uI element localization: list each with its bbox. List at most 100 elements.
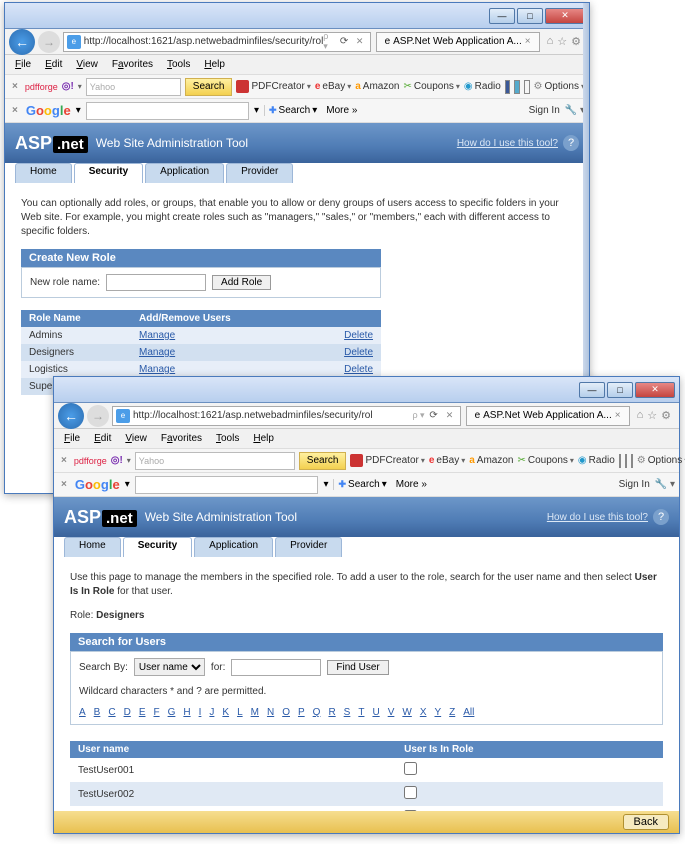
radio-link[interactable]: ◉Radio (464, 81, 501, 92)
tab-home[interactable]: Home (64, 537, 121, 557)
nav-forward-button[interactable]: → (38, 31, 60, 53)
reload-icon[interactable]: ⟳ (335, 36, 353, 47)
facebook-icon[interactable] (505, 80, 511, 94)
alpha-link[interactable]: X (420, 707, 427, 718)
amazon-link[interactable]: aAmazon (469, 455, 513, 466)
pdfcreator-link[interactable]: PDFCreator▾ (350, 454, 424, 467)
tab-application[interactable]: Application (194, 537, 273, 557)
find-user-button[interactable]: Find User (327, 660, 388, 675)
alpha-link[interactable]: O (282, 707, 290, 718)
browser-tab[interactable]: e ASP.Net Web Application A... × (466, 406, 630, 426)
menu-view[interactable]: View (119, 433, 153, 444)
google-search-button[interactable]: ✚Search▾ (264, 105, 321, 116)
back-button[interactable]: Back (623, 814, 669, 830)
alpha-link[interactable]: L (237, 707, 243, 718)
tab-application[interactable]: Application (145, 163, 224, 183)
toolbar-close-icon[interactable]: × (9, 81, 21, 92)
search-button[interactable]: Search (299, 452, 347, 470)
alpha-link[interactable]: I (199, 707, 202, 718)
yahoo-search-input[interactable]: Yahoo (135, 452, 295, 470)
menu-help[interactable]: Help (247, 433, 280, 444)
help-link[interactable]: How do I use this tool? (547, 512, 648, 523)
maximize-button[interactable]: □ (607, 382, 633, 398)
menu-tools[interactable]: Tools (161, 59, 196, 70)
add-role-button[interactable]: Add Role (212, 275, 271, 290)
gear-icon[interactable]: ⚙ (661, 409, 671, 422)
alpha-link[interactable]: C (108, 707, 115, 718)
extra-icon[interactable] (631, 454, 633, 468)
sign-in-link[interactable]: Sign In (619, 479, 650, 490)
tab-close-icon[interactable]: × (615, 410, 621, 421)
social-icon[interactable] (625, 454, 627, 468)
address-bar[interactable]: e http://localhost:1621/asp.netwebadminf… (63, 32, 371, 52)
wrench-icon[interactable]: 🔧 ▾ (655, 479, 675, 490)
tab-close-icon[interactable]: × (525, 36, 531, 47)
gear-icon[interactable]: ⚙ (571, 35, 581, 48)
delete-link[interactable]: Delete (344, 347, 373, 358)
menu-view[interactable]: View (70, 59, 104, 70)
toolbar-close-icon[interactable]: × (58, 479, 70, 490)
home-icon[interactable]: ⌂ (637, 409, 644, 422)
google-search-input[interactable] (135, 476, 319, 494)
in-role-checkbox[interactable] (404, 786, 417, 799)
search-button[interactable]: Search (185, 78, 233, 96)
coupons-link[interactable]: ✂Coupons▾ (517, 455, 573, 466)
alpha-link[interactable]: W (402, 707, 411, 718)
manage-link[interactable]: Manage (139, 330, 175, 341)
delete-link[interactable]: Delete (344, 330, 373, 341)
alpha-link[interactable]: K (222, 707, 229, 718)
alpha-link[interactable]: All (463, 707, 474, 718)
alpha-link[interactable]: G (168, 707, 176, 718)
menu-favorites[interactable]: Favorites (106, 59, 159, 70)
home-icon[interactable]: ⌂ (547, 35, 554, 48)
alpha-link[interactable]: F (153, 707, 159, 718)
reload-icon[interactable]: ⟳ (425, 410, 443, 421)
tab-provider[interactable]: Provider (275, 537, 342, 557)
radio-link[interactable]: ◉Radio (578, 455, 615, 466)
help-icon[interactable]: ? (653, 509, 669, 525)
ebay-link[interactable]: eeBay▾ (429, 455, 465, 466)
close-button[interactable]: ✕ (635, 382, 675, 398)
alpha-link[interactable]: T (358, 707, 364, 718)
minimize-button[interactable]: — (489, 8, 515, 24)
tab-security[interactable]: Security (123, 537, 192, 557)
minimize-button[interactable]: — (579, 382, 605, 398)
yahoo-search-input[interactable]: Yahoo (86, 78, 181, 96)
maximize-button[interactable]: □ (517, 8, 543, 24)
stop-icon[interactable]: ✕ (443, 410, 457, 421)
alpha-link[interactable]: Y (434, 707, 441, 718)
nav-forward-button[interactable]: → (87, 405, 109, 427)
menu-edit[interactable]: Edit (39, 59, 68, 70)
nav-back-button[interactable]: ← (58, 403, 84, 429)
star-icon[interactable]: ☆ (647, 409, 657, 422)
search-by-select[interactable]: User name (134, 658, 205, 676)
coupons-link[interactable]: ✂Coupons▾ (403, 81, 459, 92)
search-for-input[interactable] (231, 659, 321, 676)
in-role-checkbox[interactable] (404, 762, 417, 775)
tab-home[interactable]: Home (15, 163, 72, 183)
alpha-link[interactable]: N (267, 707, 274, 718)
delete-link[interactable]: Delete (344, 364, 373, 375)
address-bar[interactable]: e http://localhost:1621/asp.netwebadminf… (112, 406, 461, 426)
menu-tools[interactable]: Tools (210, 433, 245, 444)
manage-link[interactable]: Manage (139, 364, 175, 375)
google-search-button[interactable]: ✚Search▾ (333, 479, 390, 490)
alpha-link[interactable]: S (344, 707, 351, 718)
google-more[interactable]: More » (326, 105, 357, 116)
tab-security[interactable]: Security (74, 163, 143, 183)
browser-tab[interactable]: e ASP.Net Web Application A... × (376, 32, 540, 52)
toolbar-close-icon[interactable]: × (9, 105, 21, 116)
alpha-link[interactable]: A (79, 707, 86, 718)
alpha-link[interactable]: V (388, 707, 395, 718)
nav-back-button[interactable]: ← (9, 29, 35, 55)
alpha-link[interactable]: D (124, 707, 131, 718)
manage-link[interactable]: Manage (139, 347, 175, 358)
alpha-link[interactable]: H (183, 707, 190, 718)
facebook-icon[interactable] (619, 454, 621, 468)
menu-edit[interactable]: Edit (88, 433, 117, 444)
extra-icon[interactable] (524, 80, 530, 94)
options-link[interactable]: ⚙Options▾ (534, 81, 585, 92)
menu-help[interactable]: Help (198, 59, 231, 70)
ebay-link[interactable]: eeBay▾ (315, 81, 351, 92)
menu-file[interactable]: File (9, 59, 37, 70)
